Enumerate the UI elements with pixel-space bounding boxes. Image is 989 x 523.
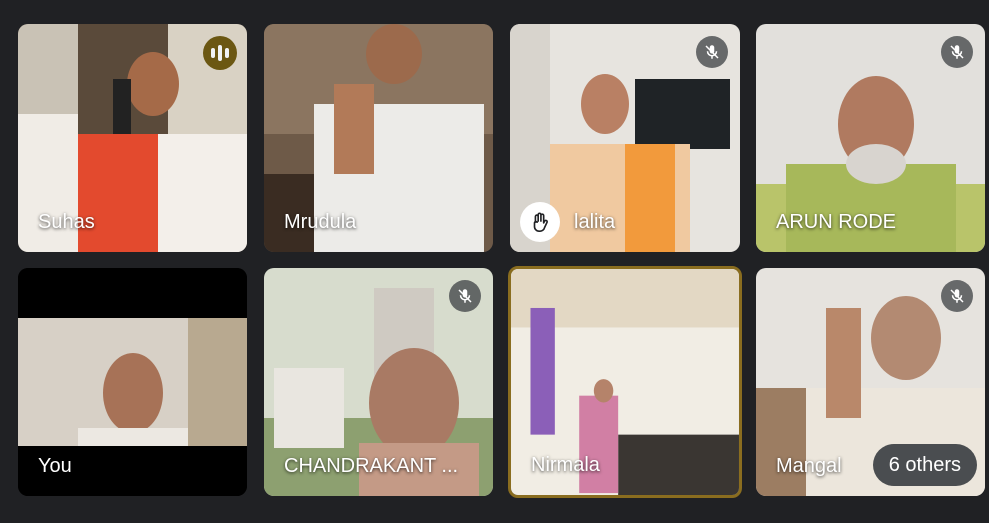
participant-tile-you[interactable]: You [18, 268, 247, 496]
participant-tile-arun-rode[interactable]: ARUN RODE [756, 24, 985, 252]
mic-off-icon [941, 280, 973, 312]
participant-name: lalita [574, 211, 616, 233]
participant-name: Mangal [776, 455, 842, 477]
audio-level-icon [203, 36, 237, 70]
participant-name: ARUN RODE [776, 211, 897, 233]
participant-name: You [38, 455, 72, 477]
participant-name: Suhas [38, 211, 95, 233]
participant-tile-lalita[interactable]: lalita [510, 24, 740, 252]
mic-off-icon [941, 36, 973, 68]
participant-tile-mrudula[interactable]: Mrudula [264, 24, 493, 252]
mic-off-icon [696, 36, 728, 68]
mic-off-icon [449, 280, 481, 312]
participant-tile-mangal[interactable]: Mangal 6 others [756, 268, 985, 496]
others-button[interactable]: 6 others [872, 444, 977, 486]
participant-name: Nirmala [531, 454, 600, 476]
raised-hand-icon [520, 202, 560, 242]
participant-name: Mrudula [284, 211, 357, 233]
participant-tile-chandrakant[interactable]: CHANDRAKANT ... [264, 268, 493, 496]
participant-name: CHANDRAKANT ... [284, 455, 459, 477]
participant-tile-suhas[interactable]: Suhas [18, 24, 247, 252]
participant-tile-nirmala[interactable]: Nirmala [508, 266, 742, 498]
